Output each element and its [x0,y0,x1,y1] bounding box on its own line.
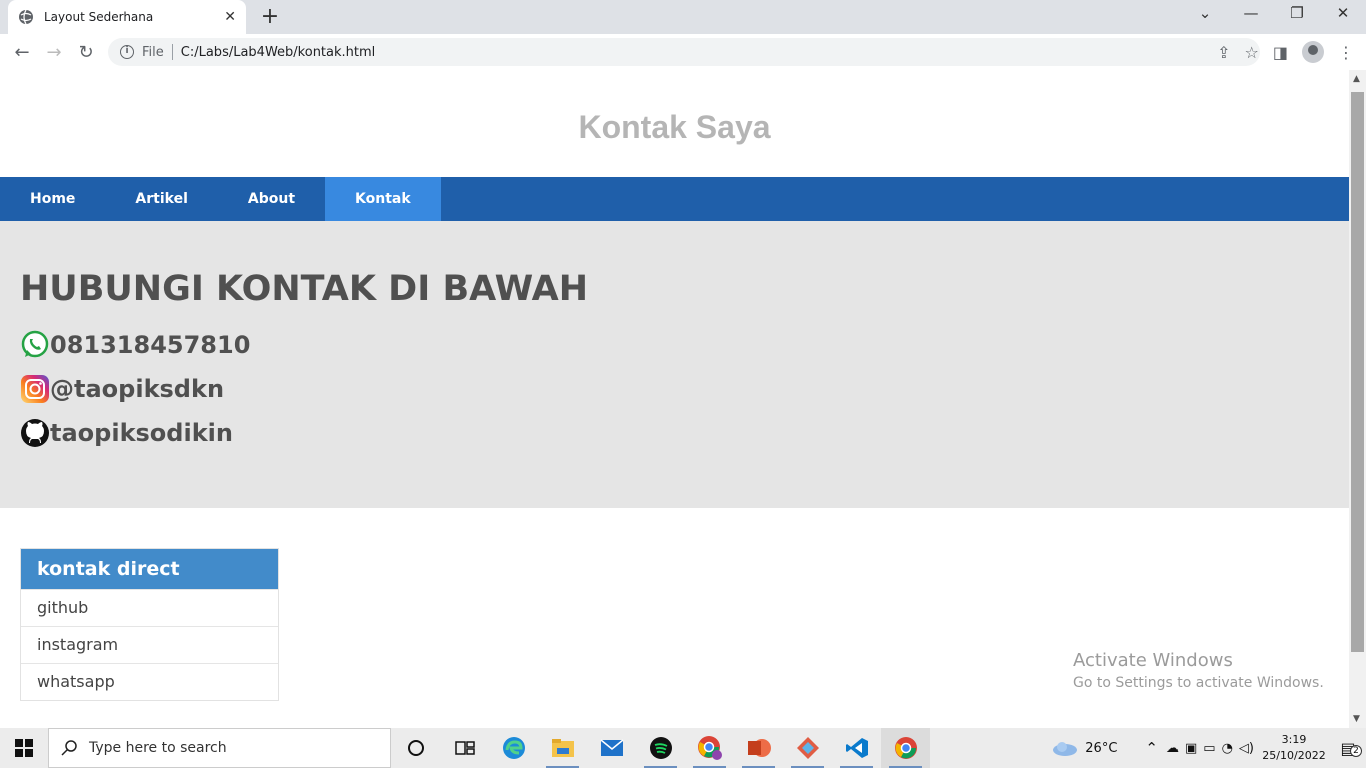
url-text[interactable]: C:/Labs/Lab4Web/kontak.html [181,45,376,60]
taskbar-search-box[interactable]: Type here to search [48,728,391,768]
page-title: Kontak Saya [578,109,771,145]
chrome-profile-icon[interactable] [685,728,734,768]
window-close-icon[interactable]: ✕ [1320,4,1366,22]
windows-start-icon[interactable] [0,728,48,768]
contact-whatsapp: 081318457810 [20,323,1329,367]
hero-section: HUBUNGI KONTAK DI BAWAH 081318457810 @ta… [0,221,1349,508]
page-viewport: Kontak Saya Home Artikel About Kontak HU… [0,70,1349,728]
info-icon[interactable]: i [120,45,134,59]
watermark-line2: Go to Settings to activate Windows. [1073,675,1324,691]
tray-device-icon[interactable]: ▣ [1185,741,1197,756]
page-scrollbar[interactable]: ▲ ▼ [1349,70,1366,728]
divider [171,44,173,60]
box-link-instagram[interactable]: instagram [21,626,278,663]
nav-item-kontak[interactable]: Kontak [325,177,441,221]
box-link-whatsapp[interactable]: whatsapp [21,663,278,700]
notification-icon[interactable]: ▤ 2 [1330,739,1366,758]
nav-item-home[interactable]: Home [0,177,105,221]
taskbar-clock[interactable]: 3:19 25/10/2022 [1258,732,1330,764]
restore-icon[interactable]: ❐ [1274,4,1320,22]
volume-icon[interactable]: ◁) [1239,741,1254,756]
back-arrow-icon[interactable]: ← [6,42,38,63]
url-scheme: File [142,44,164,60]
git-kraken-icon[interactable] [783,728,832,768]
contact-instagram: @taopiksdkn [20,367,1329,411]
watermark-line1: Activate Windows [1073,650,1233,671]
browser-tab[interactable]: Layout Sederhana ✕ [8,0,246,34]
menu-kebab-icon[interactable]: ⋮ [1338,43,1354,62]
spotify-icon[interactable] [636,728,685,768]
address-bar[interactable]: i File C:/Labs/Lab4Web/kontak.html [108,38,1260,66]
mail-icon[interactable] [587,728,636,768]
chrome-icon[interactable] [881,728,930,768]
tray-chevron-up-icon[interactable]: ⌃ [1145,739,1158,757]
wifi-icon[interactable]: ◔ [1222,741,1233,756]
contact-github: taopiksodikin [20,411,1329,455]
powerpoint-icon[interactable] [734,728,783,768]
box-title: kontak direct [21,549,278,589]
tab-search-icon[interactable]: ⌄ [1182,4,1228,22]
hero-heading: HUBUNGI KONTAK DI BAWAH [20,269,589,309]
whatsapp-icon [21,330,49,358]
side-panel-icon[interactable]: ◨ [1273,43,1288,62]
contact-whatsapp-text: 081318457810 [50,331,251,359]
tab-title: Layout Sederhana [44,10,154,24]
instagram-icon [21,375,49,403]
contact-instagram-text: @taopiksdkn [50,375,225,403]
task-view-icon[interactable] [440,728,489,768]
globe-icon [19,9,33,25]
search-placeholder: Type here to search [89,740,227,756]
nav-item-artikel[interactable]: Artikel [105,177,217,221]
scroll-down-icon[interactable]: ▼ [1353,714,1360,724]
weather-temp[interactable]: 26°C [1085,741,1117,756]
scroll-thumb[interactable] [1351,92,1364,652]
notification-badge: 2 [1350,744,1362,757]
file-explorer-icon[interactable] [538,728,587,768]
nav-item-about[interactable]: About [218,177,325,221]
scroll-up-icon[interactable]: ▲ [1353,74,1360,84]
github-icon [21,419,49,447]
edge-icon[interactable] [489,728,538,768]
contact-github-text: taopiksodikin [50,419,233,447]
forward-arrow-icon[interactable]: → [38,42,70,63]
battery-icon[interactable]: ▭ [1203,741,1215,756]
kontak-direct-box: kontak direct github instagram whatsapp [20,548,279,701]
main-nav: Home Artikel About Kontak [0,177,1349,221]
clock-time: 3:19 [1281,733,1307,746]
bookmark-star-icon[interactable]: ☆ [1245,43,1259,62]
search-icon [61,740,77,756]
weather-cloud-icon[interactable] [1051,739,1079,757]
clock-date: 25/10/2022 [1262,749,1326,762]
windows-taskbar: Type here to search 26°C ⌃ ☁ ▣ ▭ ◔ ◁) 3:… [0,728,1366,768]
activate-windows-watermark: Activate Windows Go to Settings to activ… [1073,650,1324,691]
system-tray: 26°C ⌃ ☁ ▣ ▭ ◔ ◁) 3:19 25/10/2022 ▤ 2 [1051,728,1366,768]
page-header: Kontak Saya [0,70,1349,177]
tray-app-icon[interactable]: ☁ [1166,741,1179,756]
profile-avatar[interactable] [1302,41,1324,63]
minimize-icon[interactable]: — [1228,4,1274,22]
new-tab-button[interactable]: + [258,4,282,29]
cortana-icon[interactable] [391,728,440,768]
browser-toolbar: ← → ↻ i File C:/Labs/Lab4Web/kontak.html… [0,34,1366,70]
reload-icon[interactable]: ↻ [70,42,102,63]
tab-close-icon[interactable]: ✕ [224,9,236,25]
box-link-github[interactable]: github [21,589,278,626]
vscode-icon[interactable] [832,728,881,768]
share-icon[interactable]: ⇪ [1217,43,1230,62]
